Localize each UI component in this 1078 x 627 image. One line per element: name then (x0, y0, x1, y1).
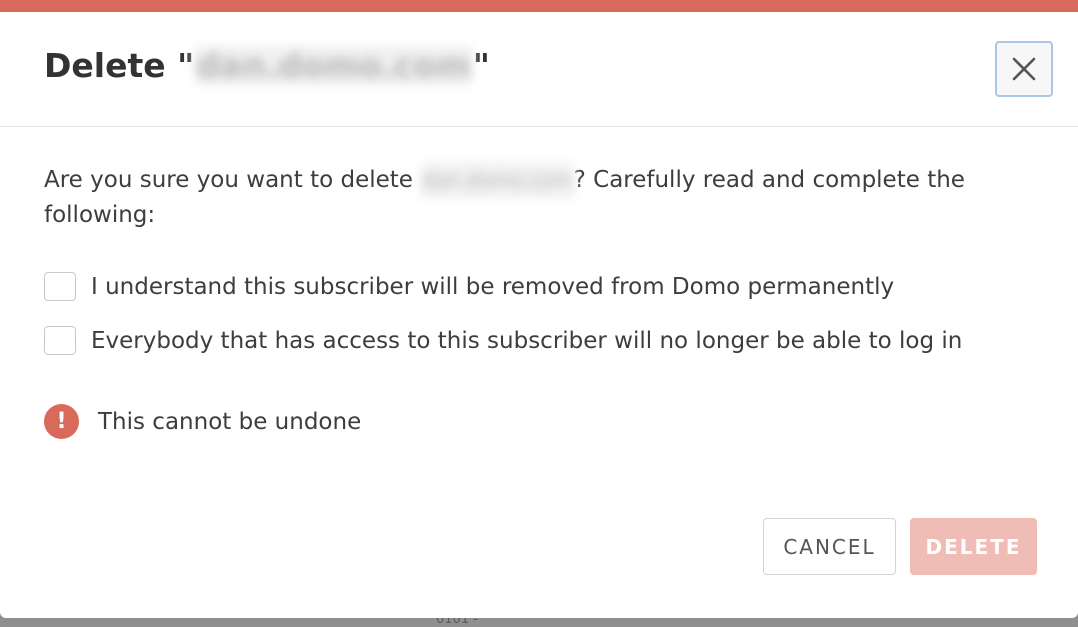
confirmation-subscriber-name: dan.domo.com (420, 163, 574, 198)
cancel-button[interactable]: CANCEL (763, 518, 896, 575)
dialog-accent-bar (0, 0, 1078, 12)
close-button[interactable] (995, 41, 1053, 97)
confirmation-message: Are you sure you want to delete dan.domo… (44, 163, 1034, 233)
confirm-permanent-removal-checkbox[interactable] (44, 272, 76, 301)
delete-button[interactable]: DELETE (910, 518, 1037, 575)
confirm-permanent-removal-row[interactable]: I understand this subscriber will be rem… (44, 272, 894, 301)
dialog-title-suffix: " (472, 46, 490, 85)
close-icon (1012, 57, 1036, 81)
irreversible-warning: ! This cannot be undone (44, 404, 361, 439)
confirm-access-loss-label[interactable]: Everybody that has access to this subscr… (91, 328, 962, 354)
dialog-title: Delete " dan.domo.com " (44, 46, 490, 85)
confirm-access-loss-row[interactable]: Everybody that has access to this subscr… (44, 326, 962, 355)
dialog-title-subscriber-name: dan.domo.com (194, 46, 473, 85)
irreversible-warning-text: This cannot be undone (98, 408, 362, 435)
confirmation-message-prefix: Are you sure you want to delete (44, 167, 421, 193)
confirm-access-loss-checkbox[interactable] (44, 326, 76, 355)
delete-subscriber-dialog: Delete " dan.domo.com " Are you sure you… (0, 0, 1078, 618)
dialog-header: Delete " dan.domo.com " (0, 12, 1078, 127)
exclamation-icon: ! (44, 404, 79, 439)
confirm-permanent-removal-label[interactable]: I understand this subscriber will be rem… (91, 274, 894, 300)
dialog-body: Are you sure you want to delete dan.domo… (44, 163, 1034, 439)
dialog-title-prefix: Delete " (44, 46, 195, 85)
